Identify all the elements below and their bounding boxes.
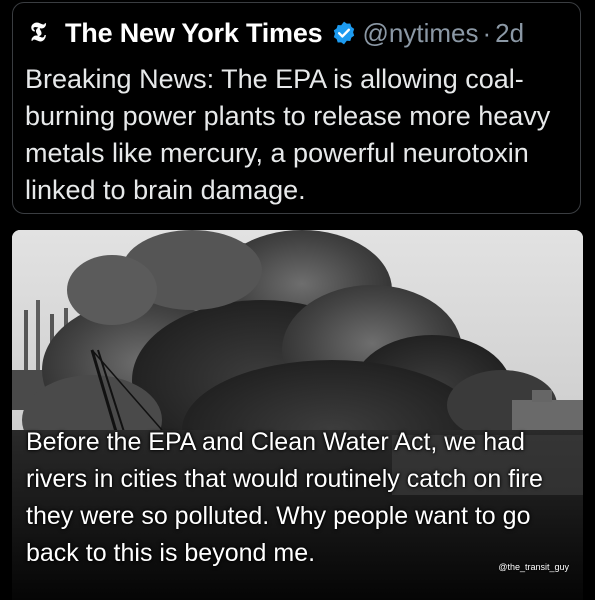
quoted-tweet-card[interactable]: 𝕿 The New York Times @nytimes · 2d Break… — [12, 2, 581, 214]
tweet-timestamp[interactable]: 2d — [495, 18, 524, 49]
nyt-logo-icon[interactable]: 𝕿 — [25, 20, 51, 46]
watermark: @the_transit_guy — [498, 562, 569, 572]
author-handle[interactable]: @nytimes — [363, 18, 479, 49]
photo-caption: Before the EPA and Clean Water Act, we h… — [26, 428, 543, 567]
smoke-photo[interactable]: Before the EPA and Clean Water Act, we h… — [12, 230, 583, 600]
verified-badge-icon — [331, 20, 357, 46]
author-name[interactable]: The New York Times — [65, 18, 323, 49]
tweet-header: 𝕿 The New York Times @nytimes · 2d — [25, 13, 568, 53]
separator-dot: · — [482, 17, 492, 48]
tweet-text: Breaking News: The EPA is allowing coal-… — [25, 64, 551, 205]
